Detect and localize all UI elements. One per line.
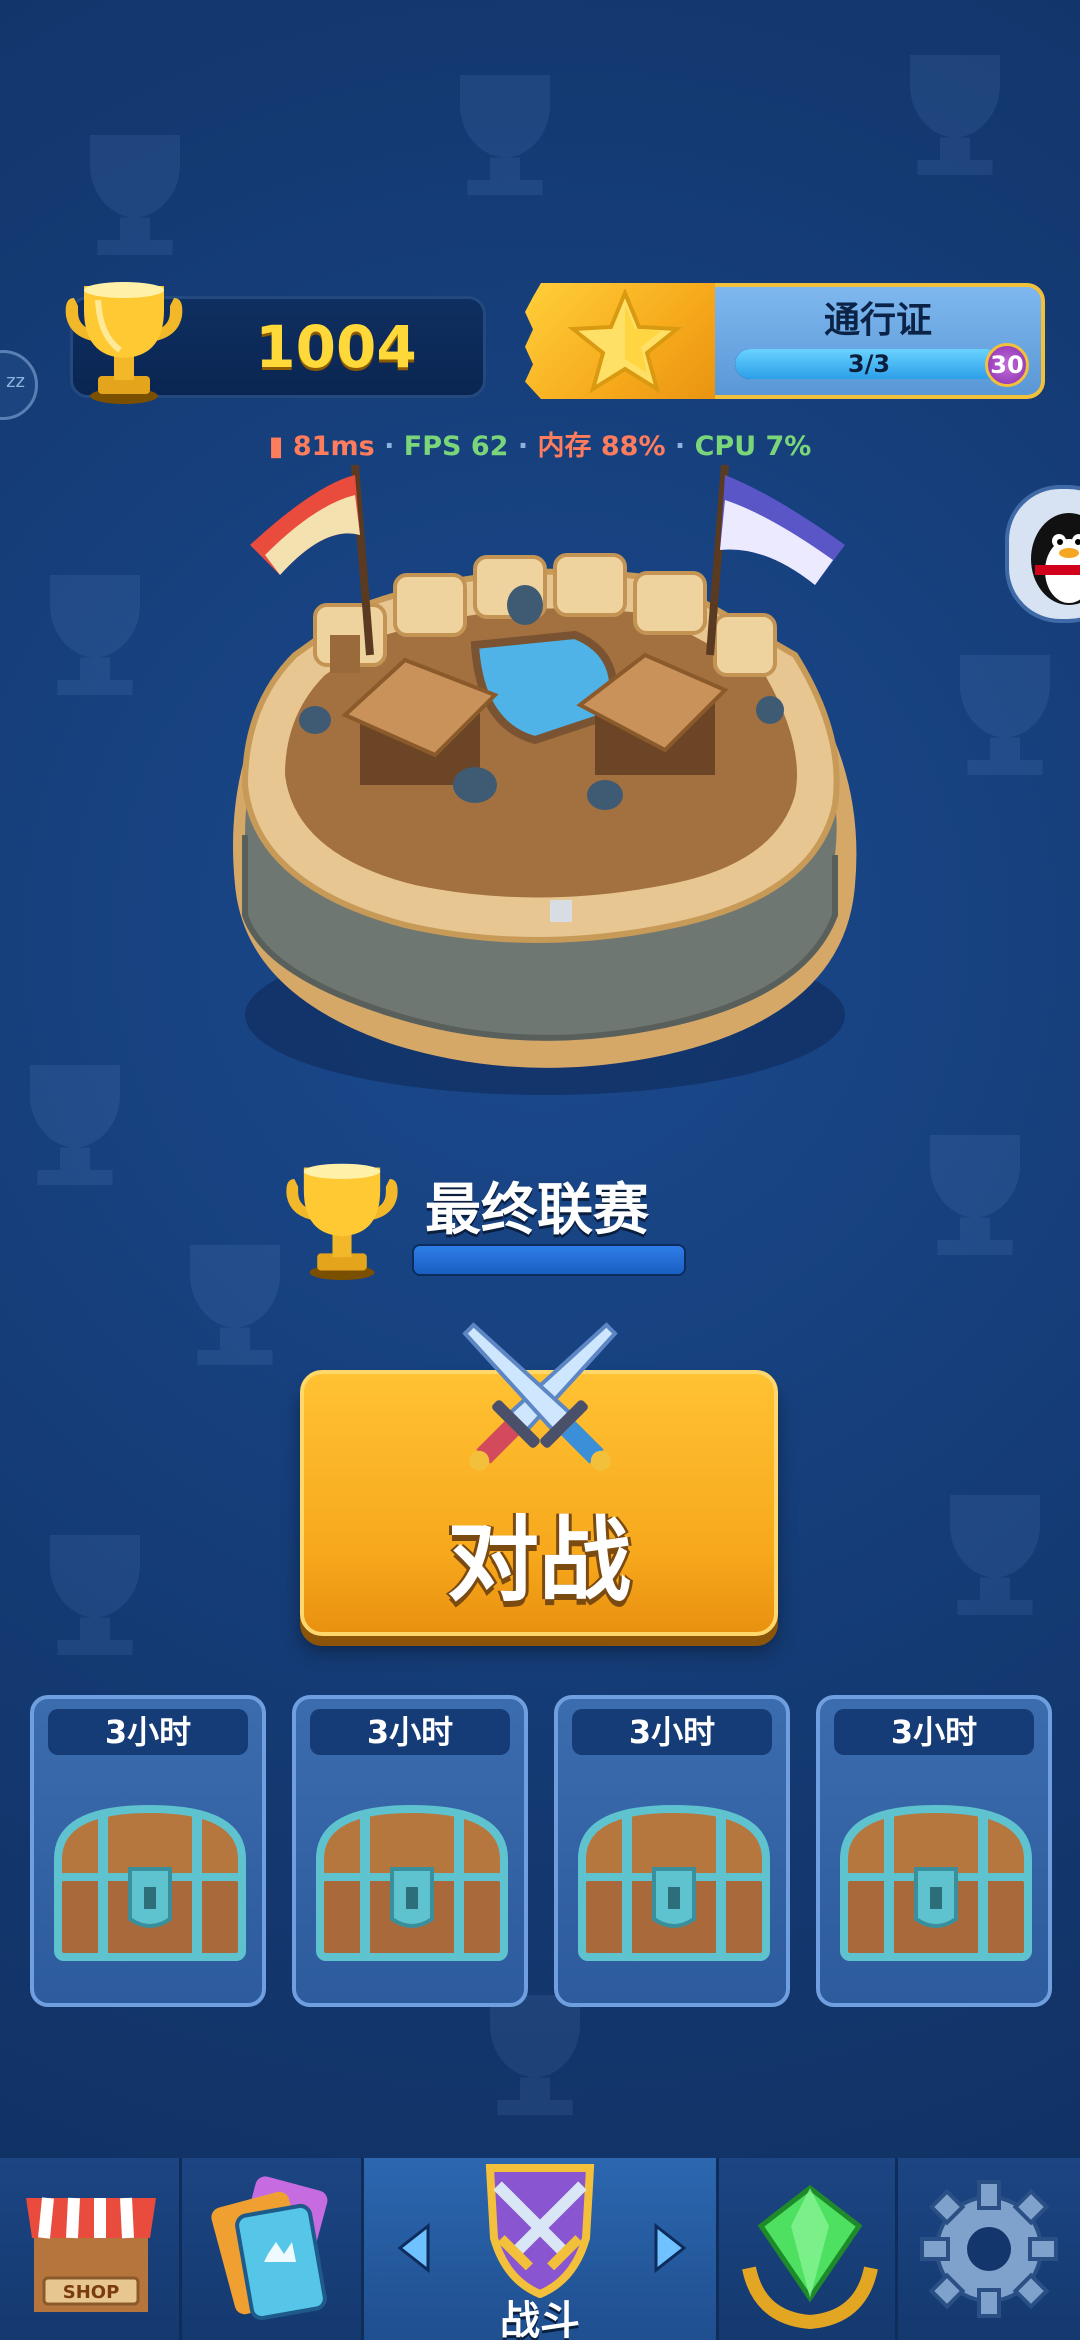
chest-icon — [840, 1804, 1032, 1961]
shop-icon: SHOP — [26, 2197, 156, 2312]
league-trophy-icon — [286, 1163, 398, 1281]
bottom-navigation: SHOP 战斗 — [0, 2158, 1080, 2340]
chest-icon — [316, 1804, 508, 1961]
league-name: 最终联赛 — [425, 1178, 649, 1243]
chest-slot-4[interactable]: 3小时 — [816, 1695, 1052, 2007]
penguin-avatar-button[interactable] — [1005, 485, 1080, 623]
nav-shop[interactable]: SHOP — [0, 2158, 182, 2340]
nav-cards[interactable] — [182, 2158, 364, 2340]
league-progress-fill — [414, 1246, 684, 1274]
chest-slot-1[interactable]: 3小时 — [30, 1695, 266, 2007]
penguin-icon — [1031, 513, 1080, 605]
battle-button-label: 对战 — [446, 1507, 631, 1614]
chest-timer: 3小时 — [834, 1709, 1034, 1755]
league-progress-bar — [412, 1244, 686, 1276]
side-menu-badge: zz — [6, 371, 25, 392]
trophy-icon — [65, 282, 183, 404]
nav-gems[interactable] — [716, 2158, 898, 2340]
nav-battle-label: 战斗 — [500, 2298, 580, 2340]
nav-battle-active[interactable]: 战斗 — [364, 2158, 716, 2340]
nav-prev-arrow[interactable] — [394, 2218, 434, 2278]
battle-pass-progress-bar: 3/3 — [735, 349, 1003, 379]
chest-timer: 3小时 — [572, 1709, 772, 1755]
trophy-count: 1004 — [255, 313, 417, 381]
battle-pass-progress-text: 3/3 — [847, 350, 891, 378]
arena-island-image — [233, 464, 857, 1095]
battle-pass-title: 通行证 — [823, 300, 932, 341]
gem-laurel-icon — [742, 2184, 878, 2330]
chest-icon — [578, 1804, 770, 1961]
battle-shield-icon — [485, 2164, 595, 2298]
crossed-swords-icon — [462, 1322, 618, 1471]
chest-slot-2[interactable]: 3小时 — [292, 1695, 528, 2007]
nav-next-arrow[interactable] — [650, 2218, 690, 2278]
chest-timer: 3小时 — [48, 1709, 248, 1755]
nav-settings[interactable] — [898, 2158, 1080, 2340]
game-screen: zz 1004 通行证 3/3 30 ▮ 81ms · FPS 62 · 内存 … — [0, 0, 1080, 2340]
battle-pass-level-badge: 30 — [985, 343, 1029, 387]
cards-icon — [211, 2176, 328, 2321]
chest-icon — [54, 1804, 246, 1961]
chest-slot-3[interactable]: 3小时 — [554, 1695, 790, 2007]
gear-icon — [920, 2180, 1058, 2318]
side-menu-button[interactable]: zz — [0, 350, 38, 420]
battle-pass-panel: 通行证 3/3 30 — [715, 283, 1045, 399]
shop-sign-text: SHOP — [63, 2282, 120, 2303]
chest-timer: 3小时 — [310, 1709, 510, 1755]
battle-pass-banner[interactable]: 通行证 3/3 30 — [525, 283, 1045, 399]
star-icon — [567, 289, 683, 393]
